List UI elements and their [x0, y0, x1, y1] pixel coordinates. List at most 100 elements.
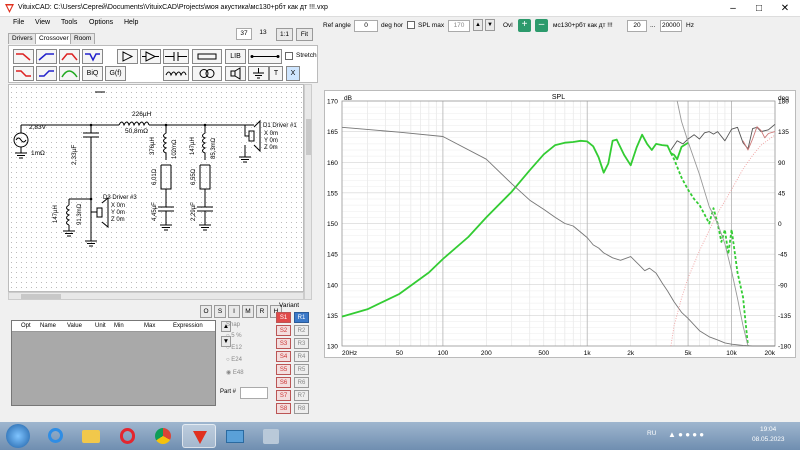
- remove-overlay-button[interactable]: –: [535, 19, 548, 32]
- bandpass-filter-icon[interactable]: [59, 49, 80, 64]
- spl-chart-svg: SPLdB deg17016516015515014514013513018013…: [327, 94, 791, 357]
- variant-r8-button[interactable]: R8: [294, 403, 309, 414]
- library-button[interactable]: LIB: [225, 49, 246, 64]
- scrollbar-thumb[interactable]: [21, 294, 61, 299]
- driver-icon[interactable]: [225, 66, 246, 81]
- spl-max-field[interactable]: 170: [448, 20, 470, 32]
- opt-s-button[interactable]: S: [214, 305, 226, 318]
- part-number-field[interactable]: [240, 387, 268, 399]
- menu-file[interactable]: File: [13, 19, 24, 26]
- snap-option-e12[interactable]: ○ E12: [226, 345, 242, 351]
- schematic-hscrollbar[interactable]: [8, 292, 304, 300]
- buffer-icon[interactable]: [117, 49, 138, 64]
- increase-button[interactable]: ▲: [473, 19, 483, 31]
- y-tick-right: 180: [778, 99, 789, 106]
- inductor-icon[interactable]: [163, 66, 189, 81]
- ground-icon[interactable]: [248, 66, 269, 81]
- series-inductor-label: 226µH: [132, 111, 152, 118]
- y-tick-left: 160: [327, 160, 338, 167]
- schematic-vscrollbar[interactable]: [304, 84, 312, 300]
- taskbar-explorer-icon[interactable]: [74, 424, 108, 448]
- parameter-table-header: Opt Name Value Unit Min Max Expression: [12, 321, 215, 332]
- notch-filter-icon[interactable]: [82, 49, 103, 64]
- highpass-filter-icon[interactable]: [36, 49, 57, 64]
- minimize-button[interactable]: –: [720, 0, 746, 17]
- clock-time[interactable]: 19:04: [760, 426, 776, 433]
- taskbar-vituixcad-icon[interactable]: [182, 424, 216, 448]
- clock-date[interactable]: 08.05.2023: [752, 436, 785, 443]
- vscrollbar-thumb[interactable]: [306, 119, 311, 155]
- tab-crossover[interactable]: Crossover: [35, 33, 73, 44]
- variant-r2-button[interactable]: R2: [294, 325, 309, 336]
- variant-s7-button[interactable]: S7: [276, 390, 291, 401]
- freq-max-field[interactable]: 20000: [660, 20, 682, 32]
- ref-angle-field[interactable]: 0: [354, 20, 378, 32]
- variant-r1-button[interactable]: R1: [294, 312, 309, 323]
- opt-o-button[interactable]: O: [200, 305, 212, 318]
- variant-r6-button[interactable]: R6: [294, 377, 309, 388]
- variant-s8-button[interactable]: S8: [276, 403, 291, 414]
- hz-label: Hz: [686, 22, 694, 29]
- driver3-name: D3 Driver #3: [103, 195, 137, 201]
- spl-max-checkbox[interactable]: [407, 21, 415, 29]
- lowshelf-filter-icon[interactable]: [13, 66, 34, 81]
- highshelf-filter-icon[interactable]: [36, 66, 57, 81]
- col-opt: Opt: [21, 323, 31, 329]
- variant-r3-button[interactable]: R3: [294, 338, 309, 349]
- taskbar-ie-icon[interactable]: [38, 424, 72, 448]
- peak-filter-icon[interactable]: [59, 66, 80, 81]
- tab-room[interactable]: Room: [70, 33, 96, 44]
- transformer-icon[interactable]: [192, 66, 222, 81]
- variant-s4-button[interactable]: S4: [276, 351, 291, 362]
- freq-min-field[interactable]: 20: [627, 20, 647, 32]
- col-value: Value: [67, 323, 82, 329]
- tray-icons[interactable]: ▲ ● ● ● ●: [668, 430, 704, 439]
- stretch-checkbox[interactable]: [285, 52, 293, 60]
- add-overlay-button[interactable]: +: [518, 19, 531, 32]
- biquad-button[interactable]: BiQ: [82, 66, 103, 81]
- variant-s5-button[interactable]: S5: [276, 364, 291, 375]
- variant-r4-button[interactable]: R4: [294, 351, 309, 362]
- resistor-icon[interactable]: [192, 49, 222, 64]
- menu-tools[interactable]: Tools: [61, 19, 77, 26]
- capacitor-icon[interactable]: [163, 49, 189, 64]
- snap-option-5pct[interactable]: ○ 5 %: [226, 333, 242, 339]
- opt-m-button[interactable]: M: [242, 305, 254, 318]
- menu-options[interactable]: Options: [89, 19, 113, 26]
- start-button[interactable]: [6, 424, 30, 448]
- opt-r-button[interactable]: R: [256, 305, 268, 318]
- taskbar-window-icon[interactable]: [218, 424, 252, 448]
- close-button[interactable]: ✕: [772, 0, 798, 17]
- maximize-button[interactable]: □: [746, 0, 772, 17]
- tab-drivers[interactable]: Drivers: [8, 33, 37, 44]
- snap-option-e24[interactable]: ○ E24: [226, 357, 242, 363]
- parameter-table[interactable]: Opt Name Value Unit Min Max Expression: [11, 320, 216, 406]
- lowpass-filter-icon[interactable]: [13, 49, 34, 64]
- decrease-button[interactable]: ▼: [485, 19, 495, 31]
- snap-option-e48[interactable]: ◉ E48: [226, 369, 244, 376]
- zoom-value-1[interactable]: 37: [236, 28, 252, 40]
- variant-s1-button[interactable]: S1: [276, 312, 291, 323]
- variant-s6-button[interactable]: S6: [276, 377, 291, 388]
- spl-chart[interactable]: SPL dB deg 170 165 160 155 150 145 140 135 130 180 13…: [324, 90, 796, 358]
- variant-r5-button[interactable]: R5: [294, 364, 309, 375]
- menu-view[interactable]: View: [35, 19, 50, 26]
- amplifier-icon[interactable]: [140, 49, 161, 64]
- taskbar-tools-icon[interactable]: [254, 424, 288, 448]
- language-indicator[interactable]: RU: [647, 430, 656, 437]
- opt-i-button[interactable]: I: [228, 305, 240, 318]
- taskbar-opera-icon[interactable]: [110, 424, 144, 448]
- variant-s2-button[interactable]: S2: [276, 325, 291, 336]
- taskbar-chrome-icon[interactable]: [146, 424, 180, 448]
- delete-tool-button[interactable]: X: [286, 66, 300, 81]
- text-tool-button[interactable]: T: [269, 66, 283, 81]
- zoom-fit-button[interactable]: Fit: [296, 28, 313, 41]
- driver3-y: Y 0m: [111, 210, 125, 216]
- gf-button[interactable]: G(f): [105, 66, 126, 81]
- zoom-1-1-button[interactable]: 1:1: [276, 28, 293, 41]
- menu-help[interactable]: Help: [124, 19, 138, 26]
- variant-r7-button[interactable]: R7: [294, 390, 309, 401]
- crossover-schematic[interactable]: 2,83V 1mΩ 226µH 50,8mΩ 2,33µF 376µH 102m…: [8, 84, 304, 292]
- variant-s3-button[interactable]: S3: [276, 338, 291, 349]
- wire-icon[interactable]: [248, 49, 282, 64]
